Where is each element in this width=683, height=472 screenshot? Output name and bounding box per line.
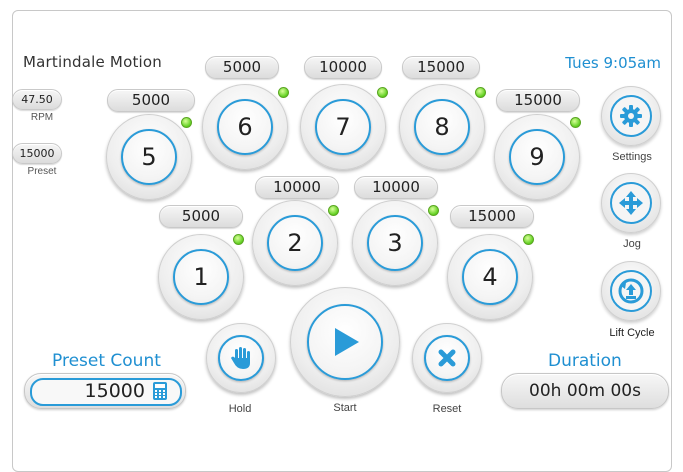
station-4-button[interactable]: 4 (447, 234, 533, 320)
duration-label: Duration (548, 351, 622, 371)
preset-readout[interactable]: 15000 (12, 143, 62, 164)
station-8-number: 8 (434, 113, 450, 141)
station-3-button[interactable]: 3 (352, 200, 438, 286)
station-2-status-led (328, 205, 339, 216)
station-7-status-led (377, 87, 388, 98)
jog-button[interactable] (601, 173, 661, 233)
station-4-number: 4 (482, 263, 498, 291)
start-button[interactable] (290, 287, 400, 397)
station-1-status-led (233, 234, 244, 245)
settings-label: Settings (612, 151, 652, 163)
clock: Tues 9:05am (565, 54, 661, 72)
hand-stop-icon (231, 347, 250, 369)
close-icon (438, 349, 456, 367)
reset-label: Reset (432, 403, 462, 415)
station-5-number: 5 (141, 143, 157, 171)
station-7-button[interactable]: 7 (300, 84, 386, 170)
station-5-status-led (181, 117, 192, 128)
lift-cycle-button[interactable] (601, 261, 661, 321)
hold-button[interactable] (206, 323, 276, 393)
app-title: Martindale Motion (23, 53, 162, 71)
rpm-readout: 47.50 (12, 89, 62, 110)
station-4-status-led (523, 234, 534, 245)
station-2-count[interactable]: 10000 (255, 176, 339, 199)
preset-label: Preset (27, 166, 57, 177)
settings-button[interactable] (601, 86, 661, 146)
jog-label: Jog (623, 238, 641, 250)
station-1-count[interactable]: 5000 (159, 205, 243, 228)
start-label: Start (333, 402, 357, 414)
station-5-count[interactable]: 5000 (107, 89, 195, 112)
station-1-button[interactable]: 1 (158, 234, 244, 320)
preset-count-label: Preset Count (52, 351, 161, 371)
station-1-number: 1 (193, 263, 209, 291)
rpm-label: RPM (30, 112, 54, 123)
station-3-count[interactable]: 10000 (354, 176, 438, 199)
preset-count-field[interactable]: 15000 (24, 373, 186, 409)
station-9-status-led (570, 117, 581, 128)
station-3-status-led (428, 205, 439, 216)
preset-count-value: 15000 (84, 380, 145, 402)
station-9-number: 9 (529, 143, 545, 171)
gear-icon (620, 105, 642, 127)
station-2-number: 2 (287, 229, 303, 257)
station-8-count[interactable]: 15000 (402, 56, 480, 79)
play-icon (335, 328, 359, 356)
station-6-status-led (278, 87, 289, 98)
station-9-count[interactable]: 15000 (496, 89, 580, 112)
station-9-button[interactable]: 9 (494, 114, 580, 200)
lift-cycle-label: Lift Cycle (609, 327, 655, 339)
station-6-count[interactable]: 5000 (205, 56, 279, 79)
station-8-status-led (475, 87, 486, 98)
station-6-number: 6 (237, 113, 253, 141)
reset-button[interactable] (412, 323, 482, 393)
duration-value: 00h 00m 00s (501, 373, 669, 409)
station-5-button[interactable]: 5 (106, 114, 192, 200)
station-3-number: 3 (387, 229, 403, 257)
station-7-number: 7 (335, 113, 351, 141)
lift-cycle-icon (618, 278, 644, 304)
station-4-count[interactable]: 15000 (450, 205, 534, 228)
station-7-count[interactable]: 10000 (304, 56, 382, 79)
calculator-icon[interactable] (153, 382, 167, 400)
station-2-button[interactable]: 2 (252, 200, 338, 286)
hold-label: Hold (228, 403, 252, 415)
station-8-button[interactable]: 8 (399, 84, 485, 170)
station-6-button[interactable]: 6 (202, 84, 288, 170)
move-arrows-icon (619, 191, 643, 215)
